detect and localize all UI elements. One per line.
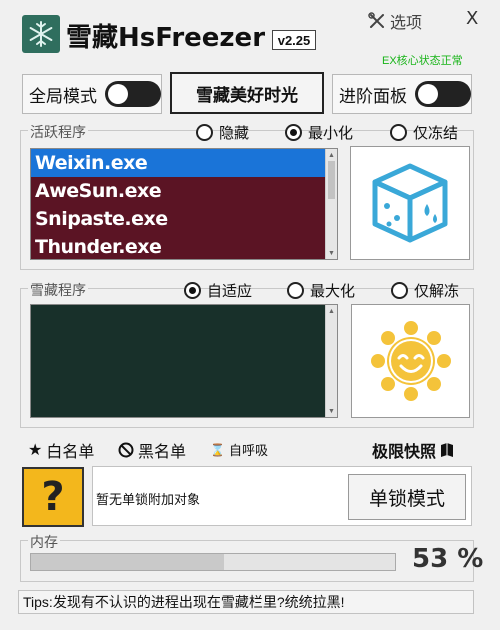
book-icon [441,443,454,457]
list-item[interactable]: Weixin.exe [31,149,325,177]
active-list-scrollbar[interactable]: ▲ ▼ [325,149,337,259]
radio-freeze-only[interactable]: 仅冻结 [390,122,458,143]
active-programs-list[interactable]: Weixin.exe AweSun.exe Snipaste.exe Thund… [30,148,338,260]
radio-minimize[interactable]: 最小化 [285,122,353,143]
radio-adaptive[interactable]: 自适应 [184,280,252,301]
advanced-panel: 进阶面板 [332,74,472,114]
active-group-label: 活跃程序 [28,122,88,142]
advanced-panel-toggle[interactable] [415,81,471,107]
radio-adaptive-label: 自适应 [207,283,253,300]
memory-percent: 53 % [412,544,484,574]
radio-circle [390,124,407,141]
whitelist-link[interactable]: ★ 白名单 [28,438,94,462]
list-item[interactable]: Thunder.exe [31,233,325,259]
star-icon: ★ [28,442,43,459]
scroll-down-icon[interactable]: ▼ [326,405,337,417]
memory-progress-bar [30,553,396,571]
app-logo [22,15,60,53]
lock-status-text: 暂无单锁附加对象 [96,492,201,507]
frozen-list-scrollbar[interactable]: ▲ ▼ [325,305,337,417]
single-lock-button[interactable]: 单锁模式 [348,474,466,520]
radio-hide-label: 隐藏 [219,125,250,142]
global-mode-label: 全局模式 [29,86,97,106]
freeze-button[interactable]: 雪藏美好时光 [170,72,324,114]
whitelist-label: 白名单 [46,444,95,461]
version-badge: v2.25 [272,30,316,50]
sun-box [351,304,470,418]
radio-circle [285,124,302,141]
ice-cube-icon [372,163,448,243]
radio-minimize-label: 最小化 [308,125,354,142]
radio-hide[interactable]: 隐藏 [196,122,249,143]
options-button[interactable]: 选项 [368,9,422,33]
advanced-panel-label: 进阶面板 [339,86,407,106]
tools-icon [368,12,384,28]
app-title: 雪藏HsFreezer [66,23,266,53]
memory-progress-fill [31,554,224,570]
scroll-up-icon[interactable]: ▲ [326,149,337,161]
ice-cube-box [350,146,470,260]
global-mode-panel: 全局模式 [22,74,162,114]
blacklist-label: 黑名单 [138,444,187,461]
list-item[interactable]: AweSun.exe [31,177,325,205]
hourglass-icon: ⌛ [210,442,225,457]
options-label: 选项 [390,15,423,32]
tips-bar: Tips:发现有不认识的进程出现在雪藏栏里?统统拉黑! [18,590,474,614]
snapshot-label: 极限快照 [372,444,437,461]
scroll-up-icon[interactable]: ▲ [326,305,337,317]
radio-unfreeze-only[interactable]: 仅解冻 [391,280,459,301]
sun-smiley-icon [370,321,451,401]
radio-circle [391,282,408,299]
global-mode-toggle[interactable] [105,81,161,107]
snowflake-icon [29,21,53,47]
radio-unfreeze-only-label: 仅解冻 [414,283,460,300]
close-button[interactable]: X [466,8,478,29]
radio-maximize-label: 最大化 [310,283,356,300]
scroll-thumb[interactable] [328,161,335,199]
forbidden-icon [118,442,134,458]
radio-circle [196,124,213,141]
scroll-down-icon[interactable]: ▼ [326,247,337,259]
snapshot-link[interactable]: 极限快照 [372,438,454,462]
question-block-icon[interactable]: ? [22,467,84,527]
memory-label: 内存 [28,532,60,552]
list-item[interactable]: Snipaste.exe [31,205,325,233]
breathe-link[interactable]: ⌛ 自呼吸 [210,440,268,459]
breathe-label: 自呼吸 [228,443,268,458]
radio-circle [184,282,201,299]
frozen-programs-list[interactable]: ▲ ▼ [30,304,338,418]
core-status: EX核心状态正常 [382,55,463,67]
radio-circle [287,282,304,299]
radio-maximize[interactable]: 最大化 [287,280,355,301]
frozen-group-label: 雪藏程序 [28,280,88,300]
radio-freeze-only-label: 仅冻结 [413,125,459,142]
blacklist-link[interactable]: 黑名单 [118,438,186,462]
